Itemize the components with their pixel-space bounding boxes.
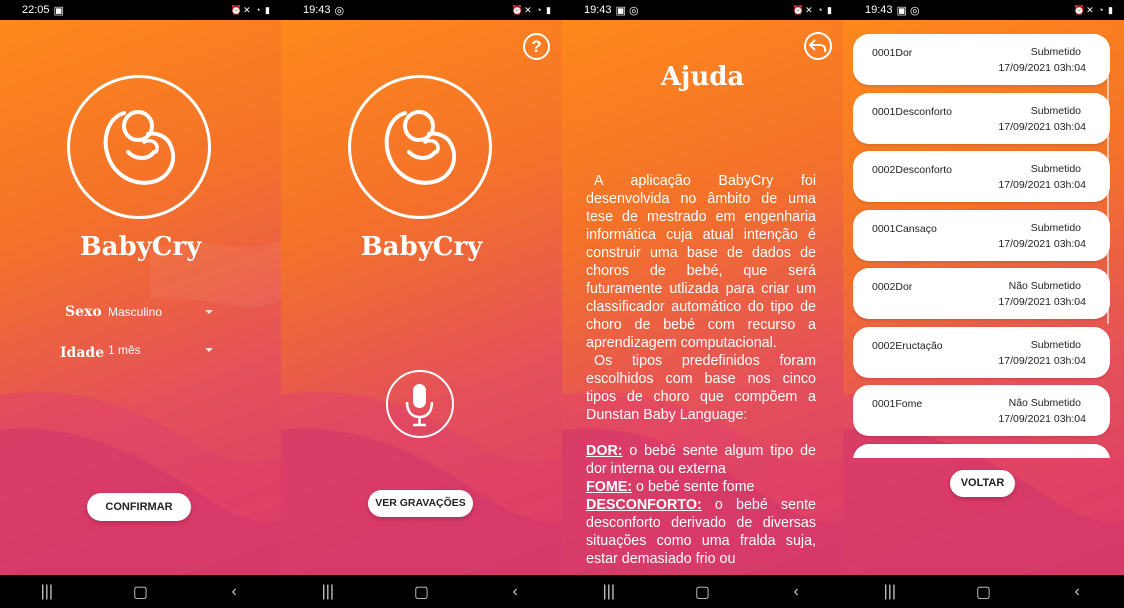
status-icons: ⏰✕ ◔ ▮ [792, 4, 833, 15]
screen-recordings: 19:43 ▣ ◎ ⏰✕ ◔ ▮ 0001Dor Submetido 17/09… [843, 0, 1124, 608]
undo-arrow-icon[interactable] [804, 32, 832, 60]
confirm-button[interactable]: CONFIRMAR [87, 493, 191, 521]
back-icon[interactable]: ‹ [776, 583, 816, 601]
status-bar: 19:43 ◎ ⏰✕ ◔ ▮ [281, 0, 562, 20]
android-nav-bar: ||| ▢ ‹ [281, 575, 562, 608]
list-item[interactable]: 0002Desconforto Submetido 17/09/2021 03h… [853, 151, 1110, 202]
list-item[interactable] [853, 443, 1110, 458]
image-icon: ▣ ◎ [896, 4, 920, 17]
help-content: A aplicação BabyCry foi desenvolvida no … [586, 172, 816, 568]
help-paragraph: A aplicação BabyCry foi desenvolvida no … [586, 173, 816, 351]
screen-help: 19:43 ▣ ◎ ⏰✕ ◔ ▮ Ajuda A aplicação BabyC… [562, 0, 843, 608]
home-icon[interactable]: ▢ [682, 582, 722, 602]
status-icons: ⏰✕ ◔ ▮ [1073, 4, 1114, 15]
sexo-select[interactable]: Masculino [108, 305, 162, 319]
list-item[interactable]: 0001Fome Não Submetido 17/09/2021 03h:04 [853, 385, 1110, 436]
android-nav-bar: ||| ▢ ‹ [843, 575, 1124, 608]
status-time: 19:43 [303, 4, 331, 16]
app-title: BabyCry [79, 232, 202, 262]
status-time: 19:43 [584, 4, 612, 16]
microphone-icon[interactable] [386, 370, 454, 438]
definition-fome: FOME: o bebé sente fome [586, 479, 755, 495]
status-time: 19:43 [865, 4, 893, 16]
scrollbar[interactable] [1107, 44, 1109, 324]
definition-desconforto: DESCONFORTO: o bebé sente desconforto de… [586, 497, 816, 567]
status-icons: ⏰✕ ◔ ▮ [230, 4, 271, 15]
help-title: Ajuda [660, 62, 745, 92]
recents-icon[interactable]: ||| [308, 583, 348, 601]
image-icon: ▣ [53, 4, 64, 17]
recordings-list[interactable]: 0001Dor Submetido 17/09/2021 03h:04 0001… [853, 34, 1110, 458]
fetus-logo-icon [348, 75, 492, 219]
sync-icon: ◎ [334, 4, 345, 17]
home-icon[interactable]: ▢ [963, 582, 1003, 602]
view-recordings-button[interactable]: VER GRAVAÇÕES [368, 490, 473, 517]
status-time: 22:05 [22, 4, 50, 16]
sexo-label: Sexo [65, 304, 102, 320]
recents-icon[interactable]: ||| [589, 583, 629, 601]
home-icon[interactable]: ▢ [401, 582, 441, 602]
chevron-down-icon[interactable] [205, 310, 213, 314]
question-icon[interactable]: ? [523, 33, 550, 60]
screen-home: 19:43 ◎ ⏰✕ ◔ ▮ ? BabyCry VER GRAVAÇÕES |… [281, 0, 562, 608]
chevron-down-icon[interactable] [205, 348, 213, 352]
status-bar: 19:43 ▣ ◎ ⏰✕ ◔ ▮ [843, 0, 1124, 20]
android-nav-bar: ||| ▢ ‹ [562, 575, 843, 608]
list-item[interactable]: 0001Dor Submetido 17/09/2021 03h:04 [853, 34, 1110, 85]
image-icon: ▣ ◎ [615, 4, 639, 17]
status-bar: 19:43 ▣ ◎ ⏰✕ ◔ ▮ [562, 0, 843, 20]
definition-dor: DOR: o bebé sente algum tipo de dor inte… [586, 443, 816, 477]
list-item[interactable]: 0001Cansaço Submetido 17/09/2021 03h:04 [853, 209, 1110, 261]
idade-label: Idade [60, 345, 105, 361]
back-button[interactable]: VOLTAR [950, 470, 1015, 497]
recents-icon[interactable]: ||| [870, 583, 910, 601]
recents-icon[interactable]: ||| [27, 583, 67, 601]
list-item[interactable]: 0001Desconforto Submetido 17/09/2021 03h… [853, 92, 1110, 144]
back-icon[interactable]: ‹ [495, 583, 535, 601]
back-icon[interactable]: ‹ [1057, 583, 1097, 601]
back-icon[interactable]: ‹ [214, 583, 254, 601]
idade-select[interactable]: 1 mês [108, 343, 141, 357]
screen-profile: 22:05 ▣ ⏰✕ ◔ ▮ BabyCry Sexo Masculino Id… [0, 0, 281, 608]
fetus-logo-icon [67, 75, 211, 219]
app-title: BabyCry [360, 232, 483, 262]
help-paragraph: Os tipos predefinidos foram escolhidos c… [586, 353, 816, 423]
list-item[interactable]: 0002Eructação Submetido 17/09/2021 03h:0… [853, 326, 1110, 378]
status-icons: ⏰✕ ◔ ▮ [511, 4, 552, 15]
home-icon[interactable]: ▢ [120, 582, 160, 602]
android-nav-bar: ||| ▢ ‹ [0, 575, 281, 608]
list-item[interactable]: 0002Dor Não Submetido 17/09/2021 03h:04 [853, 268, 1110, 319]
status-bar: 22:05 ▣ ⏰✕ ◔ ▮ [0, 0, 281, 20]
